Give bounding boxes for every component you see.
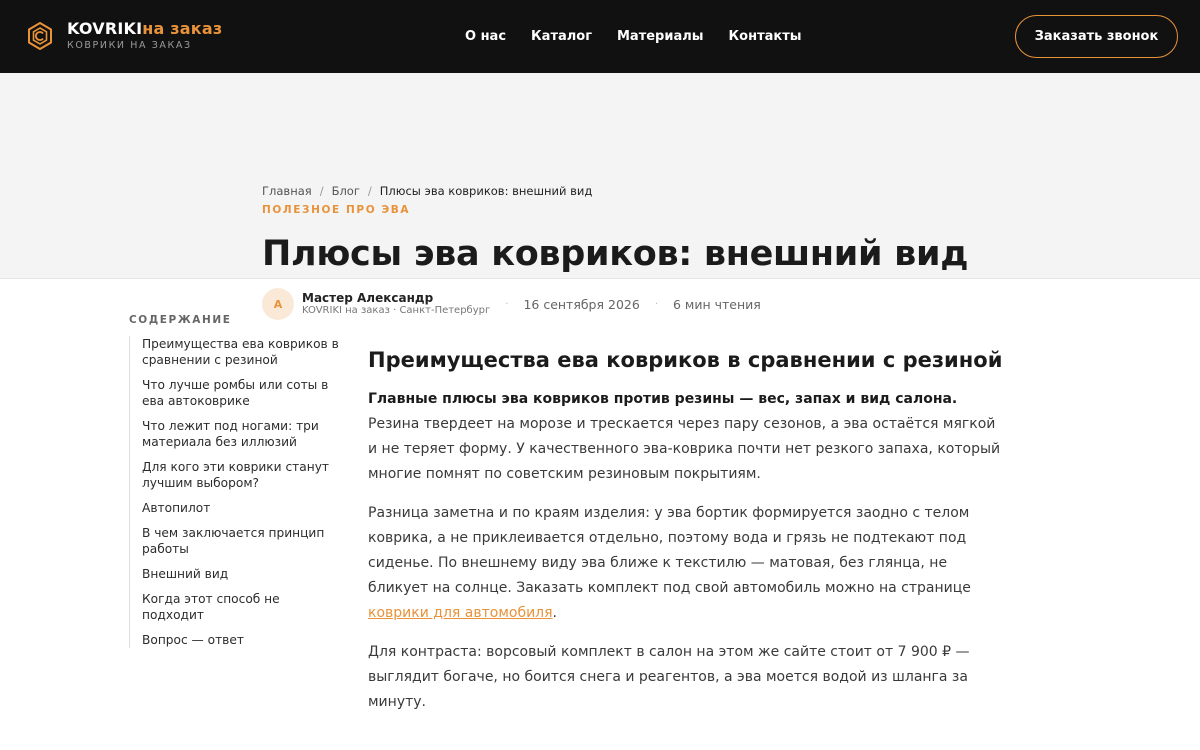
toc-label: СОДЕРЖАНИЕ <box>129 314 232 326</box>
table-of-contents: СОДЕРЖАНИЕ Преимущества ева ковриков в с… <box>129 314 339 657</box>
callback-button[interactable]: Заказать звонок <box>1015 15 1178 58</box>
toc-item[interactable]: Что лежит под ногами: три материала без … <box>142 418 339 450</box>
logo-title: KOVRIKIна заказ <box>67 20 222 38</box>
toc-item[interactable]: Что лучше ромбы или соты в ева автоковри… <box>142 377 339 409</box>
publish-date: 16 сентября 2026 <box>523 296 640 312</box>
toc-item[interactable]: Внешний вид <box>142 566 339 582</box>
article-hero: Главная / Блог / Плюсы эва ковриков: вне… <box>0 73 1200 320</box>
nav-materials[interactable]: Материалы <box>617 28 704 46</box>
section-heading: Преимущества ева ковриков в сравнении с … <box>368 348 1003 372</box>
logo-hexagon-icon <box>28 22 52 50</box>
breadcrumb-separator: / <box>367 184 372 198</box>
page-title: Плюсы эва ковриков: внешний вид <box>262 234 969 274</box>
breadcrumb: Главная / Блог / Плюсы эва ковриков: вне… <box>262 184 592 198</box>
paragraph-3: Для контраста: ворсовый комплект в салон… <box>368 644 970 710</box>
lead-sentence: Главные плюсы эва ковриков против резины… <box>368 391 958 407</box>
toc-item[interactable]: Для кого эти коврики станут лучшим выбор… <box>142 459 339 491</box>
toc-list: Преимущества ева ковриков в сравнении с … <box>129 336 339 648</box>
breadcrumb-home[interactable]: Главная <box>262 184 312 198</box>
paragraph-2-end: . <box>552 605 557 621</box>
paragraph-1-text: Резина твердеет на морозе и трескается ч… <box>368 416 1001 482</box>
nav-catalog[interactable]: Каталог <box>531 28 592 46</box>
site-header: KOVRIKIна заказ КОВРИКИ НА ЗАКАЗ О нас К… <box>0 0 1200 73</box>
nav-contacts[interactable]: Контакты <box>729 28 802 46</box>
toc-item[interactable]: В чем заключается принцип работы <box>142 525 339 557</box>
nav-about[interactable]: О нас <box>465 28 506 46</box>
toc-item[interactable]: Преимущества ева ковриков в сравнении с … <box>142 336 339 368</box>
author-name: Мастер Александр <box>302 290 434 305</box>
toc-item[interactable]: Автопилот <box>142 500 339 516</box>
meta-dot: · <box>654 298 658 310</box>
article-body: Преимущества ева ковриков в сравнении с … <box>368 344 1008 729</box>
meta-dot: · <box>505 298 509 310</box>
toc-item[interactable]: Когда этот способ не подходит <box>142 591 339 623</box>
toc-item[interactable]: Вопрос — ответ <box>142 632 339 648</box>
author-block: Мастер Александр KOVRIKI на заказ · Санк… <box>302 290 490 317</box>
paragraph-2: Разница заметна и по краям изделия: у эв… <box>368 501 1008 626</box>
logo-brand: KOVRIKI <box>67 19 143 38</box>
article-category[interactable]: ПОЛЕЗНОЕ ПРО ЭВА <box>262 204 410 216</box>
read-time: 6 мин чтения <box>673 296 761 312</box>
breadcrumb-current: Плюсы эва ковриков: внешний вид <box>379 184 593 198</box>
logo-subtitle: КОВРИКИ НА ЗАКАЗ <box>67 40 192 51</box>
logo[interactable]: KOVRIKIна заказ КОВРИКИ НА ЗАКАЗ <box>28 20 222 52</box>
paragraph-1: Главные плюсы эва ковриков против резины… <box>368 387 1008 487</box>
catalog-link[interactable]: коврики для автомобиля <box>368 605 553 621</box>
logo-accent: на заказ <box>142 19 223 38</box>
breadcrumb-separator: / <box>319 184 324 198</box>
main-nav: О нас Каталог Материалы Контакты <box>465 28 802 46</box>
paragraph-2-text: Разница заметна и по краям изделия: у эв… <box>368 505 971 596</box>
breadcrumb-blog[interactable]: Блог <box>332 184 360 198</box>
